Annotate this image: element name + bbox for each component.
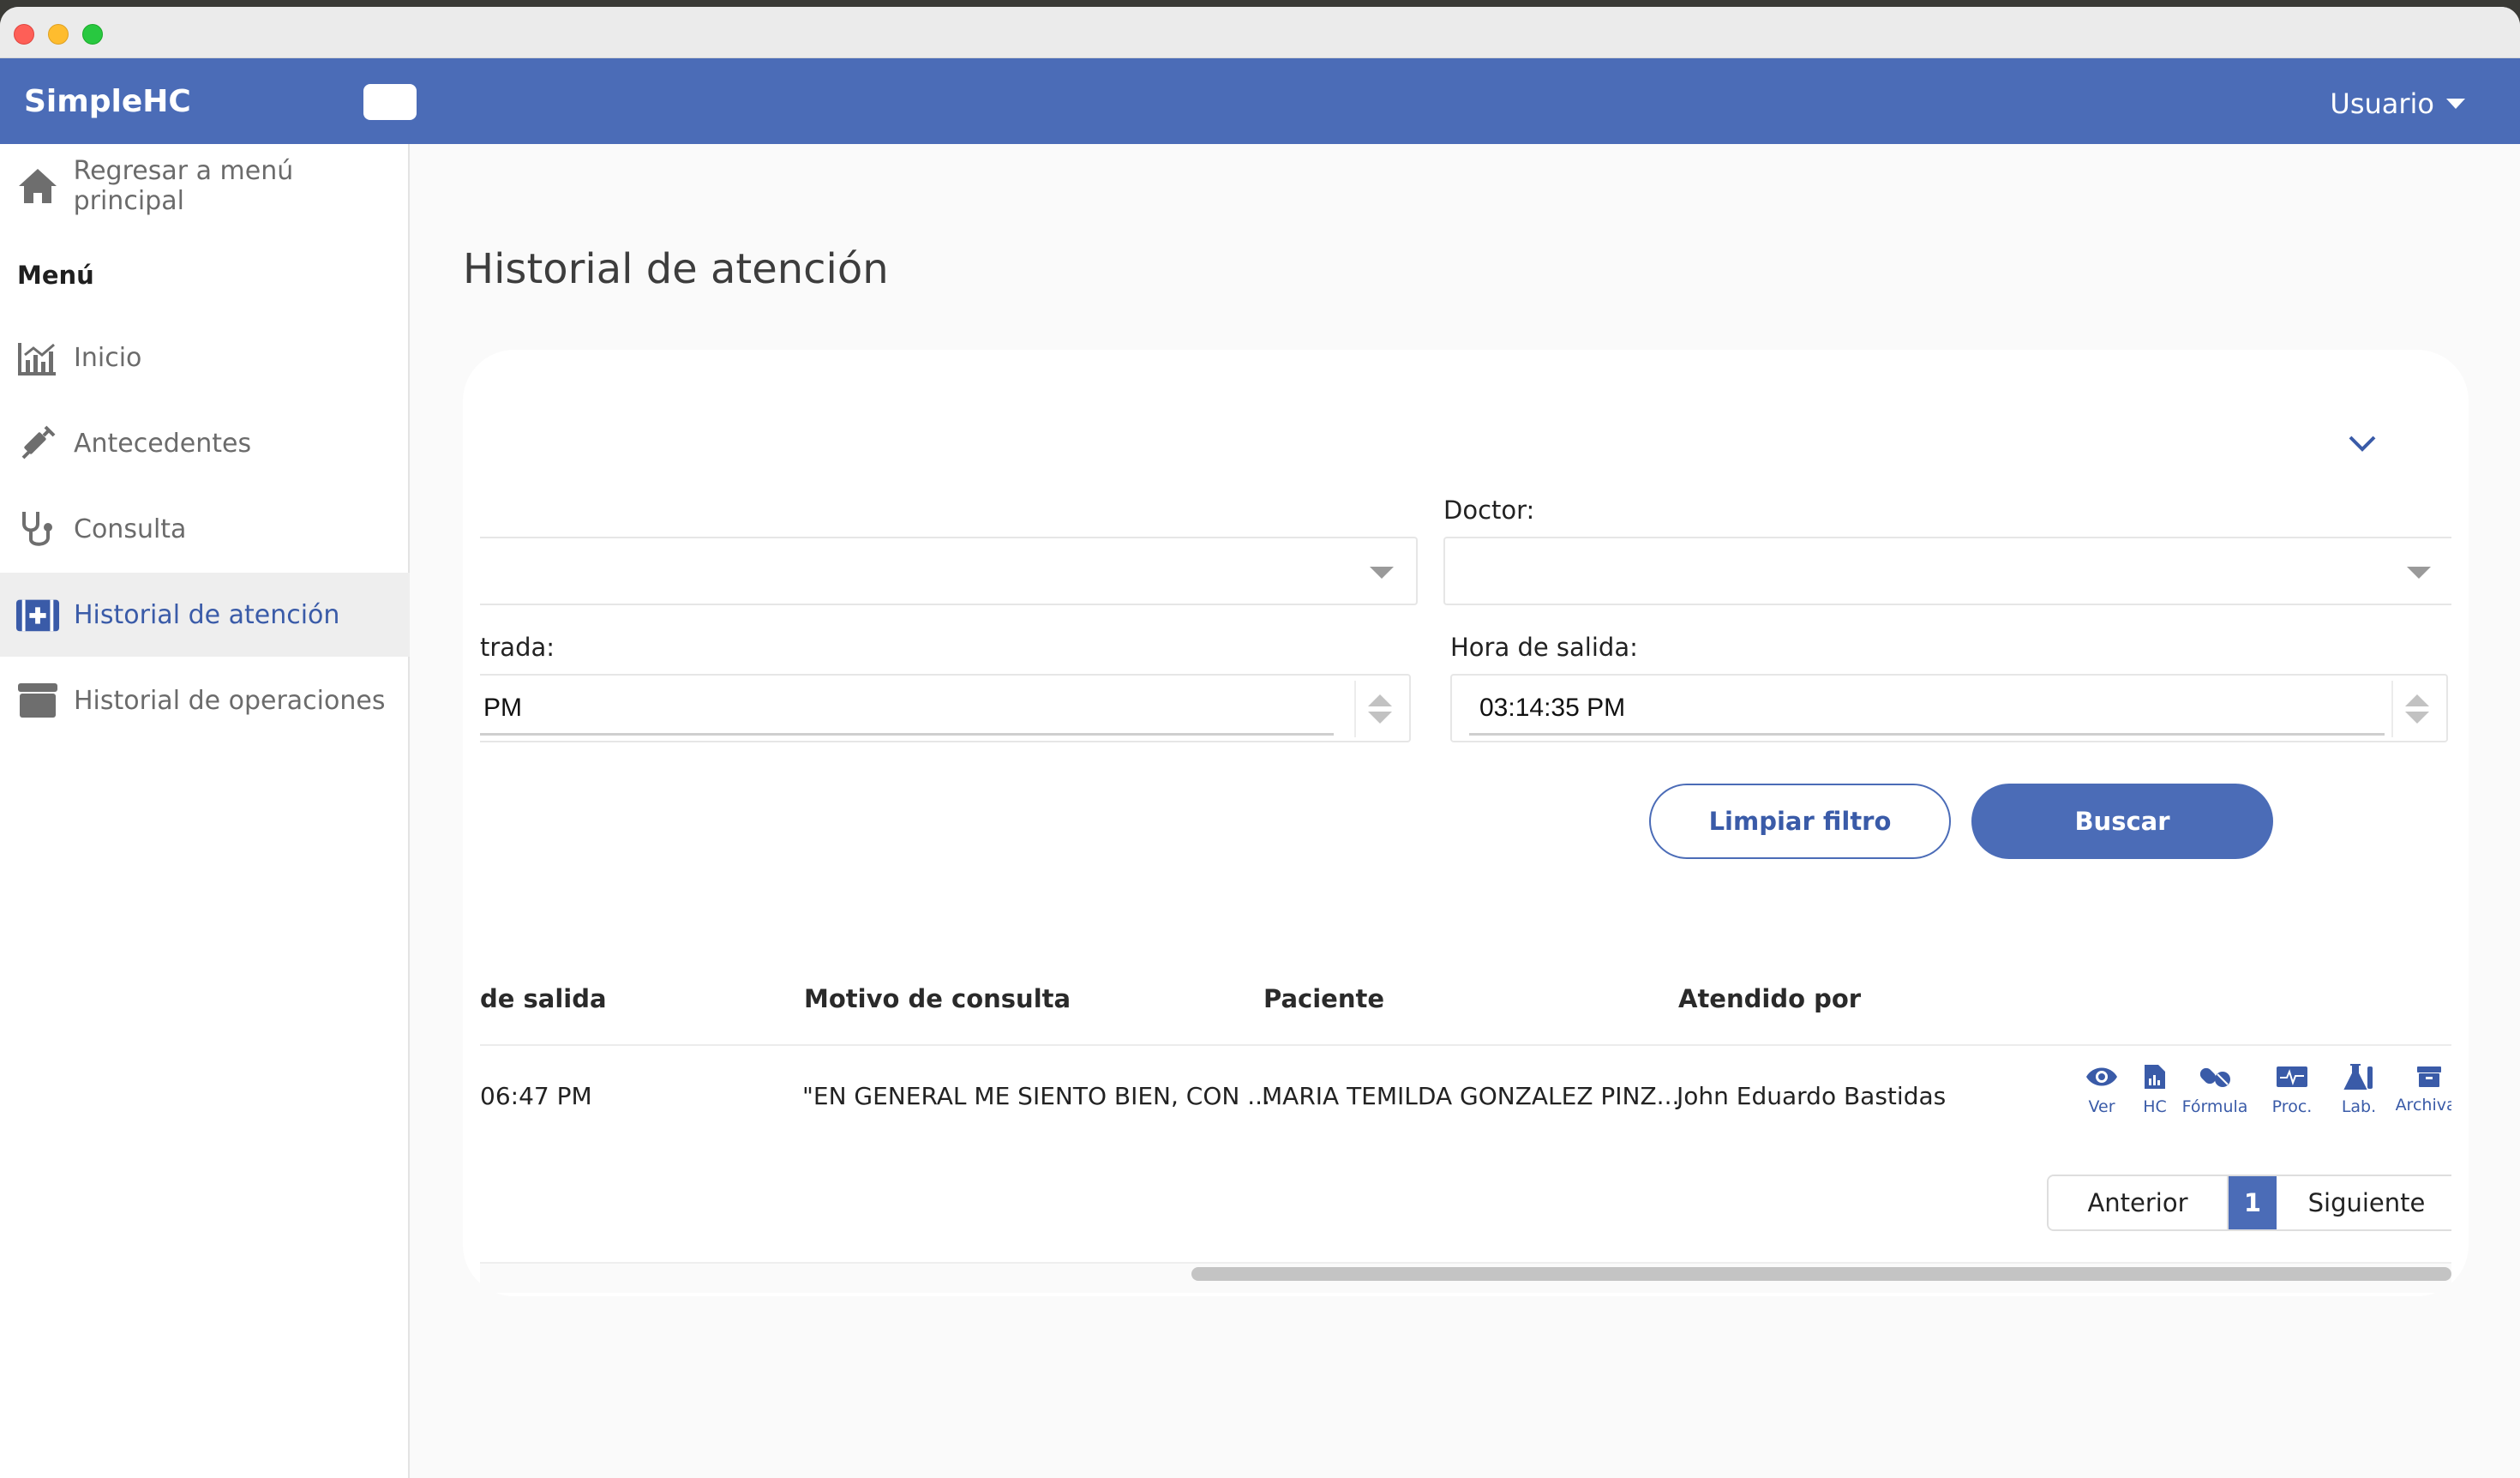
title-bar [0,7,2520,58]
column-header-atendido-por[interactable]: Atendido por [1678,984,1861,1013]
cell-motivo: "EN GENERAL ME SIENTO BIEN, CON ... [802,1082,1270,1110]
user-menu-label: Usuario [2330,87,2434,120]
entry-time-label: trada: [480,633,555,662]
filter-select-left[interactable] [480,537,1418,605]
table-divider [480,1044,2451,1046]
action-label: Fórmula [2181,1097,2248,1116]
app-window: SimpleHC Usuario Regresar a menú princip… [0,7,2520,1478]
cell-hora-salida: 06:47 PM [480,1082,592,1110]
sidebar-item-historial-atencion[interactable]: Historial de atención [0,573,410,657]
sidebar-item-consulta[interactable]: Consulta [0,487,410,571]
sidebar-item-inicio[interactable]: Inicio [0,315,410,400]
formula-action-button[interactable]: Fórmula [2181,1063,2249,1116]
archive-box-icon [15,678,60,723]
sidebar-item-label: Regresar a menú principal [73,156,294,216]
exit-time-input[interactable] [1469,682,2385,736]
arrow-down-icon [1368,712,1392,724]
procedure-action-button[interactable]: Proc. [2258,1063,2326,1116]
sidebar-item-label: Consulta [74,514,187,544]
caret-down-icon [2407,567,2431,579]
clear-filter-button[interactable]: Limpiar filtro [1649,784,1951,859]
caret-down-icon [2446,99,2465,109]
action-label: Lab. [2341,1097,2377,1116]
user-menu[interactable]: Usuario [2330,87,2465,120]
column-header-paciente[interactable]: Paciente [1263,984,1384,1013]
sidebar: Regresar a menú principal Menú Inicio An… [0,144,410,1478]
cell-atendido-por: John Eduardo Bastidas [1677,1082,1947,1110]
document-chart-icon [2145,1065,2165,1089]
action-label: Archivar [2395,1096,2451,1115]
entry-time-spinner[interactable] [1354,681,1402,737]
monitor-pulse-icon [2277,1066,2307,1087]
entry-time-input[interactable] [480,682,1334,736]
close-window-button[interactable] [14,24,34,45]
chart-icon [15,335,60,380]
arrow-up-icon [1368,694,1392,706]
sidebar-item-label: Inicio [74,342,142,373]
pagination-page-button[interactable]: 1 [2229,1176,2277,1229]
entry-time-field [480,674,1411,742]
doctor-select[interactable] [1443,537,2451,605]
column-header-motivo[interactable]: Motivo de consulta [804,984,1071,1013]
sidebar-toggle-button[interactable] [363,84,417,120]
arrow-down-icon [2405,712,2429,724]
sidebar-item-back-main-menu[interactable]: Regresar a menú principal [0,144,410,228]
lab-action-button[interactable]: Lab. [2325,1063,2393,1116]
horizontal-scrollbar-thumb[interactable] [1191,1267,2451,1281]
hc-action-button[interactable]: HC [2121,1063,2189,1116]
exit-time-field [1450,674,2448,742]
sidebar-item-historial-operaciones[interactable]: Historial de operaciones [0,658,410,742]
maximize-window-button[interactable] [82,24,103,45]
exit-time-spinner[interactable] [2391,681,2439,737]
sidebar-item-label: Historial de operaciones [74,685,386,716]
sidebar-item-label: Antecedentes [74,428,252,459]
search-button[interactable]: Buscar [1971,784,2273,859]
stethoscope-icon [15,507,60,551]
minimize-window-button[interactable] [48,24,69,45]
brand-logo[interactable]: SimpleHC [24,84,191,119]
chevron-down-icon[interactable] [2345,425,2379,460]
syringe-icon [15,421,60,466]
exit-time-label: Hora de salida: [1450,633,1638,662]
main-content: Historial de atención Doctor: trada: PM … [411,144,2520,1478]
action-label: HC [2143,1097,2167,1116]
pagination: Anterior 1 Siguiente [2047,1175,2451,1231]
pagination-next-button[interactable]: Siguiente [2277,1176,2451,1229]
flask-icon [2343,1064,2373,1090]
page-title: Historial de atención [463,245,889,293]
column-header-hora-salida[interactable]: de salida [480,984,607,1013]
history-card: Doctor: trada: Hora de salida: [463,350,2469,1296]
pagination-previous-button[interactable]: Anterior [2049,1176,2229,1229]
sidebar-item-antecedentes[interactable]: Antecedentes [0,401,410,485]
action-label: Proc. [2271,1097,2313,1116]
history-card-scroll-area: Doctor: trada: Hora de salida: [480,350,2451,1296]
medical-kit-icon [15,592,60,637]
arrow-up-icon [2405,694,2429,706]
sidebar-item-label: Historial de atención [74,599,340,630]
eye-icon [2086,1067,2117,1086]
caret-down-icon [1370,567,1394,579]
doctor-label: Doctor: [1443,496,1535,525]
cell-paciente: MARIA TEMILDA GONZALEZ PINZ... [1262,1082,1680,1110]
archive-action-button[interactable]: Archivar [2395,1063,2451,1115]
archive-icon [2417,1066,2441,1087]
top-navbar: SimpleHC Usuario [0,58,2520,144]
home-icon [15,164,60,208]
pills-icon [2199,1067,2230,1087]
menu-heading: Menú [17,261,94,290]
